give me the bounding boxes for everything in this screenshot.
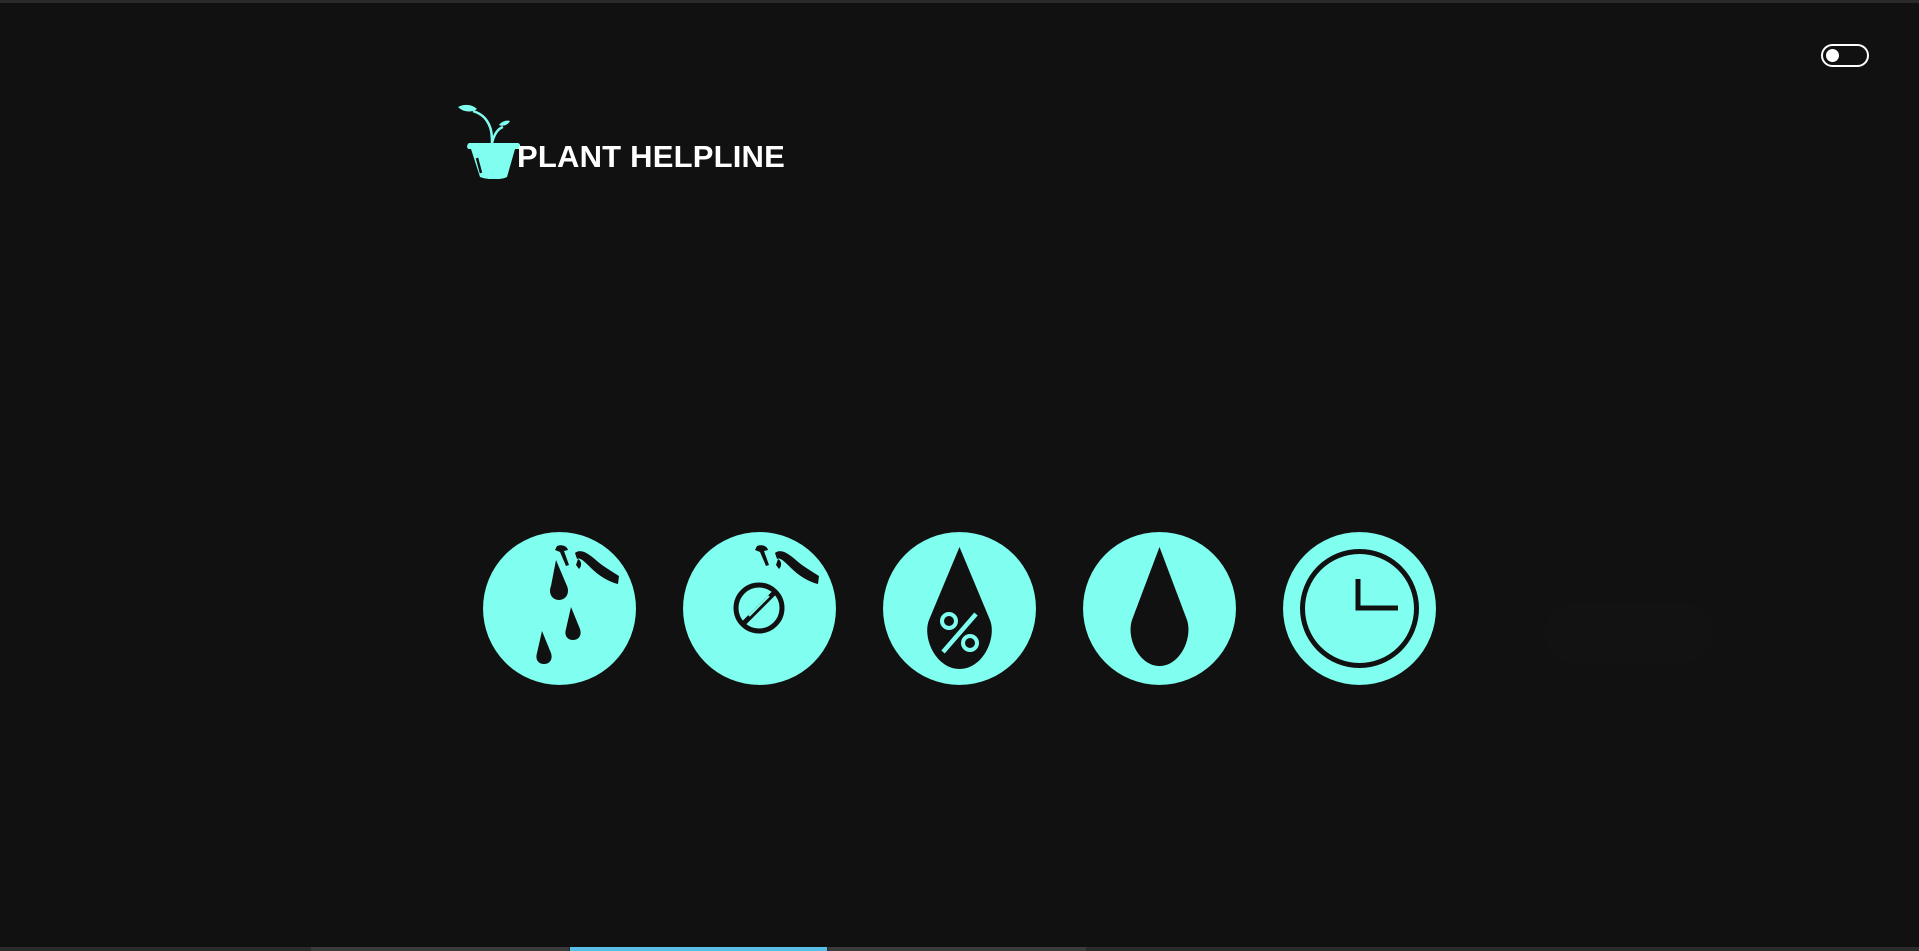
water-level-button[interactable] [1083,532,1236,685]
tab-indicator-2[interactable] [570,947,827,951]
theme-toggle[interactable] [1821,44,1869,67]
clock-icon [1283,532,1436,685]
schedule-button[interactable] [1283,532,1436,685]
watering-button[interactable] [483,532,636,685]
watering-can-drops-icon [483,532,636,685]
plant-pot-icon [458,104,521,179]
no-watering-button[interactable] [683,532,836,685]
water-drop-icon [1083,532,1236,685]
watering-can-prohibited-icon [683,532,836,685]
humidity-percent-drop-icon [883,532,1036,685]
bottom-tab-strip [0,947,1919,951]
tab-indicator-3[interactable] [828,947,1086,951]
brand-header: PLANT HELPLINE [457,103,785,179]
app-root: PLANT HELPLINE [0,0,1919,951]
humidity-button[interactable] [883,532,1036,685]
page-title: PLANT HELPLINE [517,139,786,174]
hidden-feature-slot [1545,603,1715,663]
toggle-knob [1826,49,1839,62]
feature-row [483,532,1436,685]
tab-indicator-1[interactable] [311,947,569,951]
